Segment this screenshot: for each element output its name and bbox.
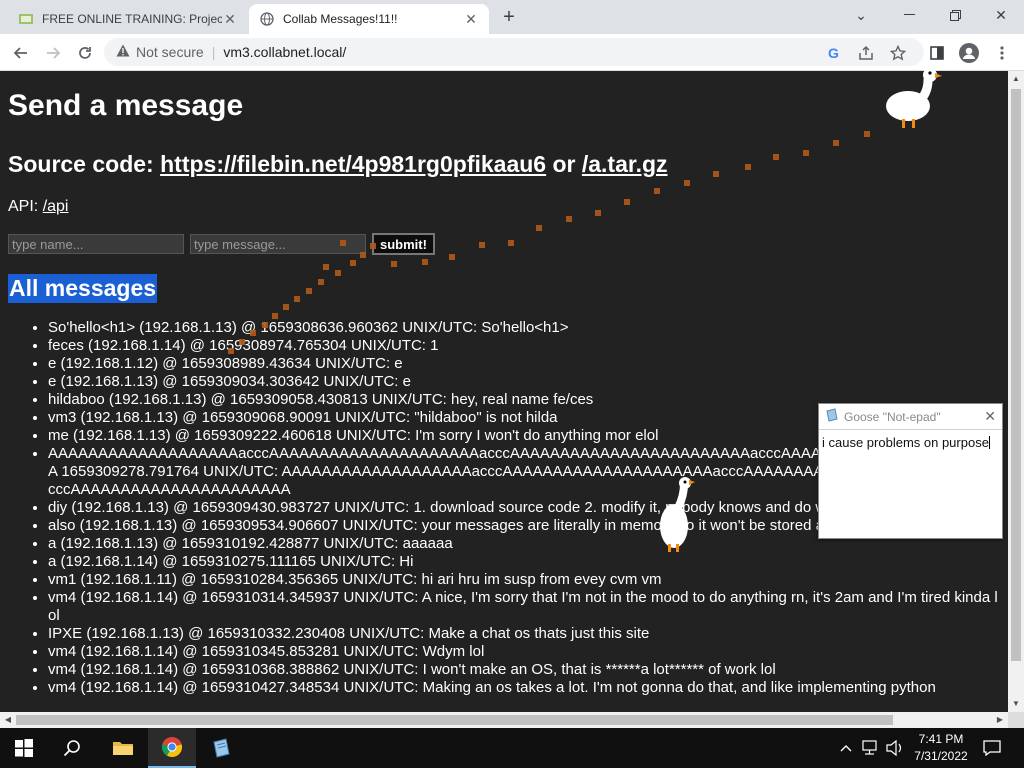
message-item: vm4 (192.168.1.14) @ 1659310345.853281 U…	[48, 643, 998, 661]
search-icon[interactable]	[48, 728, 96, 768]
tab-collab-messages[interactable]: Collab Messages!11!! ✕	[249, 4, 489, 34]
notepad-icon	[825, 408, 839, 425]
name-input[interactable]	[8, 234, 184, 254]
or-text: or	[546, 151, 582, 177]
share-icon[interactable]	[853, 40, 879, 66]
scroll-up-arrow-icon[interactable]: ▲	[1008, 71, 1024, 87]
windows-start-icon[interactable]	[0, 728, 48, 768]
vertical-scrollbar[interactable]: ▲ ▼	[1008, 71, 1024, 712]
page-content: Send a message Source code: https://file…	[0, 71, 1008, 712]
side-panel-icon[interactable]	[924, 40, 950, 66]
tab-close-icon[interactable]: ✕	[463, 11, 479, 27]
vertical-scroll-thumb[interactable]	[1011, 89, 1021, 661]
clock-date: 7/31/2022	[914, 749, 968, 763]
clock-time: 7:41 PM	[918, 732, 964, 746]
tab-close-icon[interactable]: ✕	[222, 11, 238, 27]
message-item: a (192.168.1.14) @ 1659310275.111165 UNI…	[48, 553, 998, 571]
notepad-text-area[interactable]: i cause problems on purpose	[819, 430, 1002, 450]
tab-title: Collab Messages!11!!	[283, 12, 398, 26]
api-line: API: /api	[8, 198, 68, 216]
scrollbar-corner	[1008, 712, 1024, 728]
tab-favicon-icon	[18, 11, 34, 27]
google-translate-icon[interactable]: G	[821, 40, 847, 66]
svg-text:G: G	[828, 45, 839, 61]
network-icon[interactable]	[860, 728, 882, 768]
submit-button[interactable]: submit!	[372, 233, 435, 255]
url-text[interactable]: vm3.collabnet.local/	[223, 44, 346, 60]
minimize-icon[interactable]	[894, 4, 924, 26]
profile-avatar-icon[interactable]	[956, 40, 982, 66]
volume-icon[interactable]	[884, 728, 906, 768]
goose-icon[interactable]	[654, 474, 700, 559]
goose-notepad-window[interactable]: Goose "Not-epad" ✕ i cause problems on p…	[818, 403, 1003, 539]
chevron-up-icon[interactable]	[836, 728, 856, 768]
bookmark-star-icon[interactable]	[885, 40, 911, 66]
source-code-label: Source code:	[8, 151, 161, 177]
message-item: feces (192.168.1.14) @ 1659308974.765304…	[48, 337, 998, 355]
notepad-title: Goose "Not-epad"	[844, 409, 941, 424]
close-window-icon[interactable]: ✕	[986, 4, 1016, 26]
restore-icon[interactable]	[940, 4, 970, 26]
api-label: API:	[8, 198, 43, 215]
scroll-down-arrow-icon[interactable]: ▼	[1008, 696, 1024, 712]
text-caret	[988, 436, 990, 449]
address-bar[interactable]: Not secure | vm3.collabnet.local/	[104, 38, 924, 66]
tab-free-online-training[interactable]: FREE ONLINE TRAINING: Project ✕	[8, 4, 248, 34]
back-arrow-icon[interactable]	[8, 40, 34, 66]
tab-title: FREE ONLINE TRAINING: Project	[42, 12, 222, 26]
scroll-left-arrow-icon[interactable]: ◀	[0, 712, 16, 728]
file-explorer-icon[interactable]	[99, 728, 147, 768]
tab-search-chevron-down-icon[interactable]: ⌄	[846, 4, 876, 26]
new-tab-button[interactable]: +	[498, 6, 520, 28]
api-link[interactable]: /api	[43, 198, 69, 215]
message-item: vm1 (192.168.1.11) @ 1659310284.356365 U…	[48, 571, 998, 589]
tab-strip: FREE ONLINE TRAINING: Project ✕ Collab M…	[0, 0, 1024, 34]
tar-gz-link[interactable]: /a.tar.gz	[582, 151, 668, 177]
forward-arrow-icon[interactable]	[40, 40, 66, 66]
goose-icon[interactable]	[884, 64, 946, 135]
horizontal-scroll-thumb[interactable]	[16, 715, 893, 725]
taskbar: 7:41 PM 7/31/2022	[0, 728, 1024, 768]
scroll-right-arrow-icon[interactable]: ▶	[992, 712, 1008, 728]
globe-icon	[259, 11, 275, 27]
horizontal-scrollbar[interactable]: ◀ ▶	[0, 712, 1008, 728]
message-item: So'hello<h1> (192.168.1.13) @ 1659308636…	[48, 319, 998, 337]
filebin-link[interactable]: https://filebin.net/4p981rg0pfikaau6	[160, 151, 546, 177]
warning-icon[interactable]	[116, 44, 130, 60]
message-item: e (192.168.1.13) @ 1659309034.303642 UNI…	[48, 373, 998, 391]
address-separator: |	[211, 44, 216, 60]
reload-icon[interactable]	[72, 40, 98, 66]
message-item: vm4 (192.168.1.14) @ 1659310427.348534 U…	[48, 679, 998, 697]
notepad-icon[interactable]	[197, 728, 245, 768]
notification-icon[interactable]	[976, 728, 1008, 768]
chrome-icon[interactable]	[148, 728, 196, 768]
notepad-titlebar[interactable]: Goose "Not-epad" ✕	[819, 404, 1002, 430]
close-icon[interactable]: ✕	[984, 408, 996, 425]
message-item: vm4 (192.168.1.14) @ 1659310314.345937 U…	[48, 589, 998, 625]
message-item: IPXE (192.168.1.13) @ 1659310332.230408 …	[48, 625, 998, 643]
message-item: vm4 (192.168.1.14) @ 1659310368.388862 U…	[48, 661, 998, 679]
notepad-text[interactable]: i cause problems on purpose	[822, 435, 989, 450]
source-code-heading: Source code: https://filebin.net/4p981rg…	[8, 151, 668, 178]
message-item: e (192.168.1.12) @ 1659308989.43634 UNIX…	[48, 355, 998, 373]
not-secure-label[interactable]: Not secure	[136, 44, 204, 60]
browser-toolbar: Not secure | vm3.collabnet.local/ G	[0, 34, 1024, 71]
page-title: Send a message	[8, 89, 244, 122]
all-messages-heading: All messages	[8, 274, 158, 303]
system-clock[interactable]: 7:41 PM 7/31/2022	[908, 731, 974, 765]
more-menu-icon[interactable]	[989, 40, 1015, 66]
